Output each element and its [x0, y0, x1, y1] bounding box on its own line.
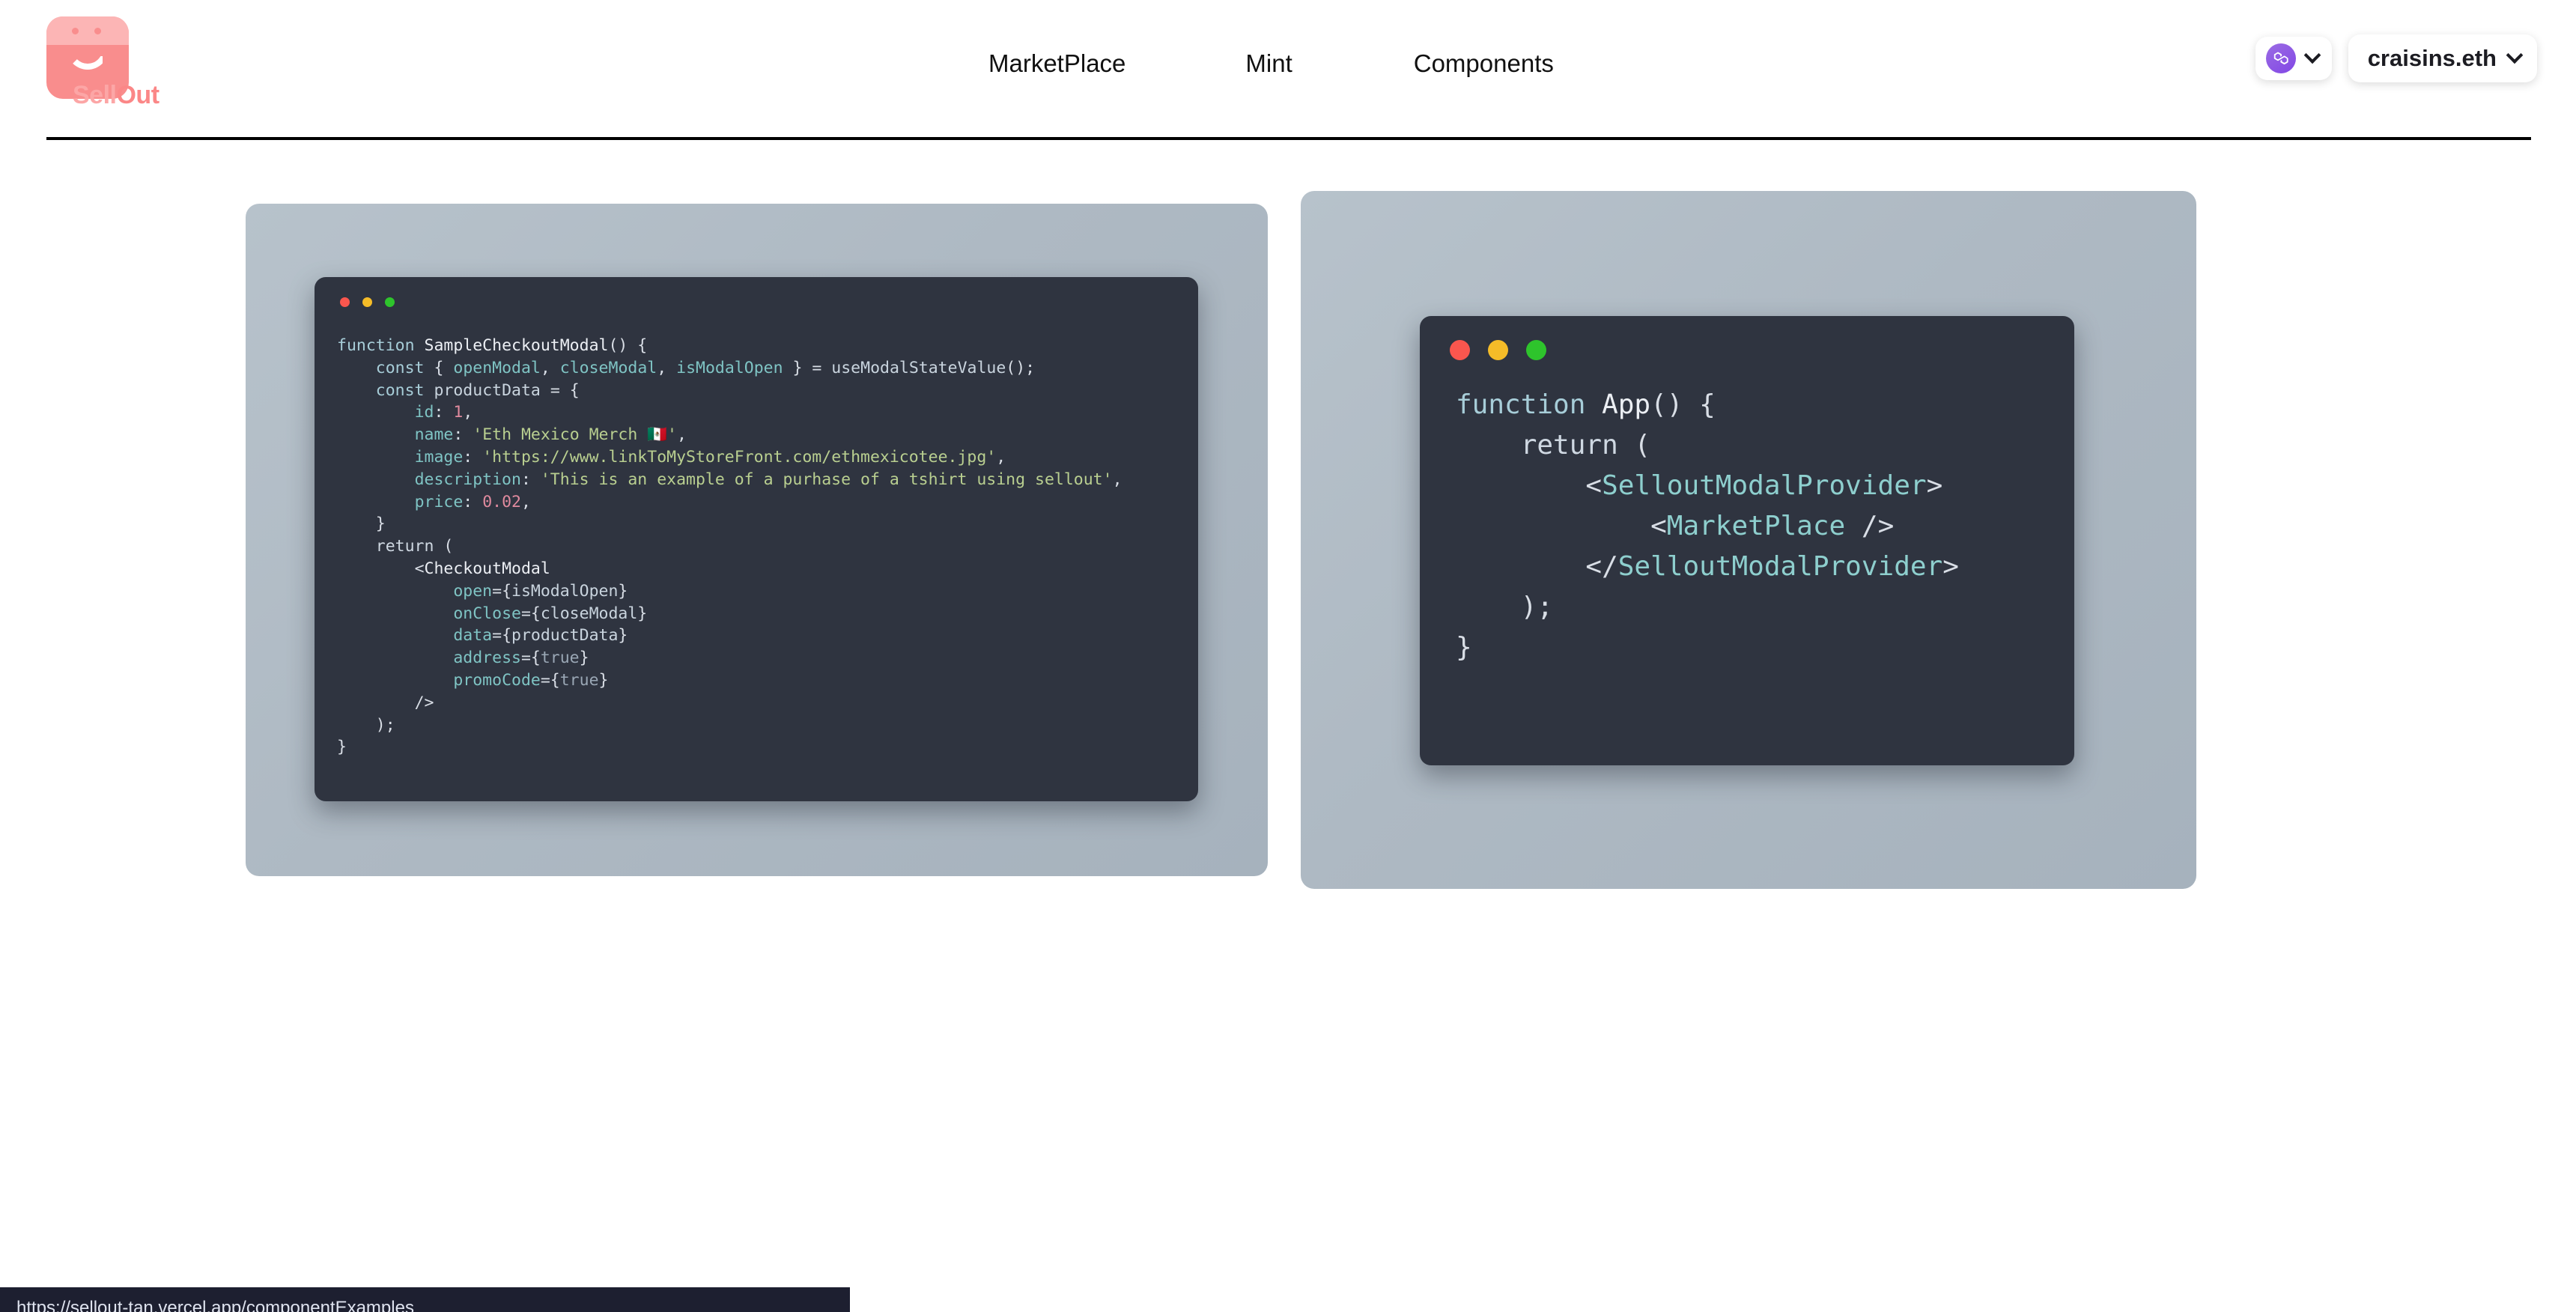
nav-item-components[interactable]: Components	[1414, 49, 1554, 78]
bag-handle-dot-left	[72, 28, 79, 34]
logo-wordmark-sell: Sell	[73, 81, 117, 109]
maximize-button-icon[interactable]	[385, 297, 395, 307]
status-bar-url: https://sellout-tan.vercel.app/component…	[16, 1297, 414, 1312]
maximize-button-icon[interactable]	[1526, 340, 1546, 360]
account-button[interactable]: craisins.eth	[2348, 34, 2537, 82]
logo-wordmark-out: Out	[116, 81, 160, 109]
bag-smile-arc	[67, 49, 109, 70]
code-window-app-provider: function App() { return ( <SelloutModalP…	[1420, 316, 2074, 765]
window-controls	[1450, 340, 1546, 360]
chevron-down-icon	[2303, 46, 2321, 64]
code-block-app-provider: function App() { return ( <SelloutModalP…	[1456, 389, 1959, 663]
header-right-controls: craisins.eth	[2255, 34, 2537, 82]
nav-item-marketplace[interactable]: MarketPlace	[988, 49, 1126, 78]
account-name: craisins.eth	[2367, 45, 2497, 71]
nav-item-mint[interactable]: Mint	[1245, 49, 1292, 78]
code-window-checkout-modal: function SampleCheckoutModal() { const {…	[315, 277, 1198, 801]
network-selector-button[interactable]	[2255, 37, 2332, 80]
code-block-checkout-modal: function SampleCheckoutModal() { const {…	[337, 336, 1123, 757]
bag-handle-dot-right	[94, 28, 101, 34]
polygon-network-icon	[2265, 43, 2296, 73]
close-button-icon[interactable]	[1450, 340, 1470, 360]
site-header: SellOut MarketPlace Mint Components crai…	[0, 0, 2576, 140]
logo-wordmark: SellOut	[73, 82, 160, 108]
bag-top-band	[46, 16, 129, 45]
status-bar: https://sellout-tan.vercel.app/component…	[0, 1287, 850, 1312]
window-controls	[340, 297, 395, 307]
logo[interactable]: SellOut	[46, 16, 181, 114]
close-button-icon[interactable]	[340, 297, 350, 307]
header-divider	[46, 137, 2531, 140]
minimize-button-icon[interactable]	[1488, 340, 1508, 360]
main-nav: MarketPlace Mint Components	[988, 49, 1554, 78]
minimize-button-icon[interactable]	[362, 297, 372, 307]
chevron-down-icon	[2506, 46, 2524, 64]
